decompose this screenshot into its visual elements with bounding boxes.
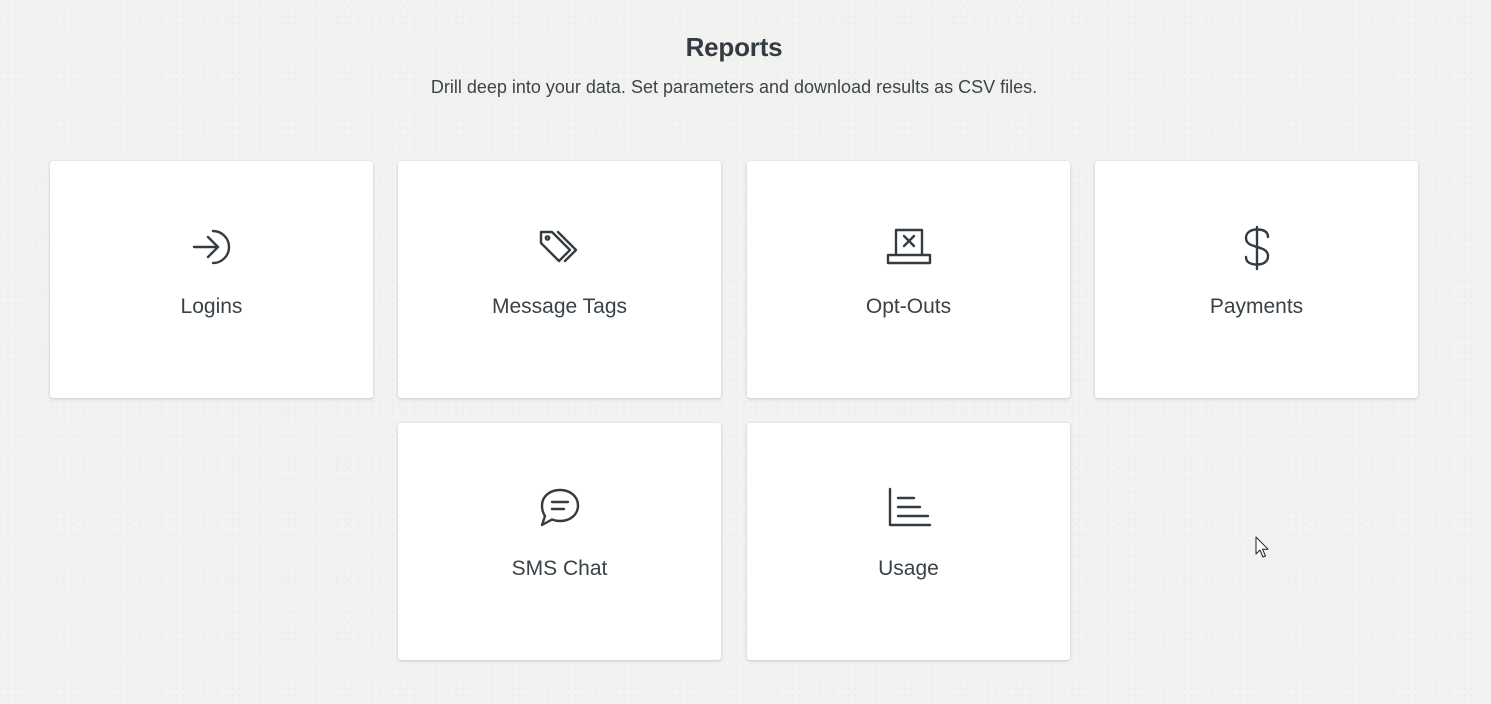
report-card-label: Message Tags xyxy=(491,295,628,318)
page-title: Reports xyxy=(685,32,783,62)
opt-out-icon xyxy=(884,223,934,273)
chat-bubble-icon xyxy=(535,485,585,535)
report-card-label: Logins xyxy=(180,295,243,318)
report-card-payments[interactable]: Payments xyxy=(1095,161,1418,398)
tags-icon xyxy=(535,223,585,273)
report-card-label: Usage xyxy=(878,557,939,580)
report-card-label: Payments xyxy=(1209,295,1304,318)
report-card-label: Opt-Outs xyxy=(865,295,952,318)
report-card-opt-outs[interactable]: Opt-Outs xyxy=(747,161,1070,398)
login-arrow-icon xyxy=(187,223,237,273)
dollar-icon xyxy=(1232,223,1282,273)
page-subtitle: Drill deep into your data. Set parameter… xyxy=(430,77,1038,97)
bar-chart-icon xyxy=(884,485,934,535)
report-card-usage[interactable]: Usage xyxy=(747,423,1070,660)
report-card-message-tags[interactable]: Message Tags xyxy=(398,161,721,398)
report-card-sms-chat[interactable]: SMS Chat xyxy=(398,423,721,660)
report-card-label: SMS Chat xyxy=(511,557,608,580)
mouse-pointer-icon xyxy=(1255,536,1271,560)
report-card-logins[interactable]: Logins xyxy=(50,161,373,398)
